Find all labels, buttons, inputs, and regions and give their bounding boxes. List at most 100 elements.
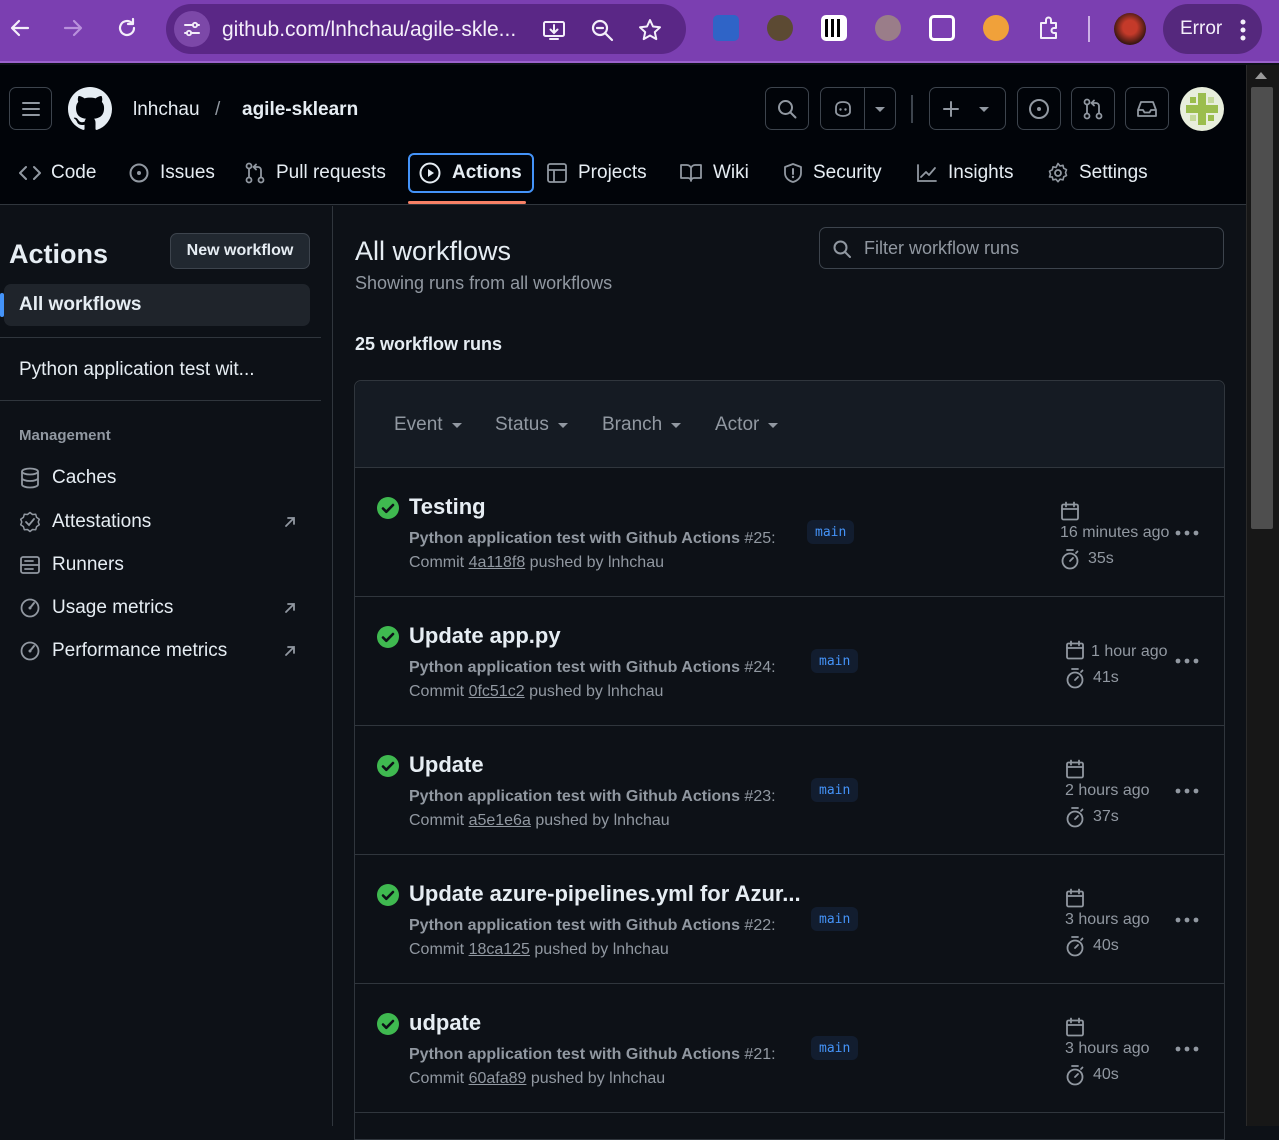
branch-badge[interactable]: main — [811, 778, 859, 802]
tab-issues[interactable]: Issues — [128, 153, 215, 193]
more-options-icon[interactable] — [1175, 1046, 1199, 1052]
commit-sha-link[interactable]: 4a118f8 — [469, 554, 526, 571]
issues-button[interactable] — [1017, 87, 1061, 130]
filter-workflow-runs-input[interactable]: Filter workflow runs — [819, 227, 1224, 269]
more-options-icon[interactable] — [1175, 788, 1199, 794]
branch-filter-dropdown[interactable]: Branch — [602, 414, 682, 436]
more-options-icon[interactable] — [1175, 658, 1199, 664]
git-pull-request-icon — [1083, 98, 1103, 119]
pull-requests-button[interactable] — [1071, 87, 1115, 130]
sidebar-item-runners[interactable]: Runners — [19, 550, 299, 580]
pushed-by-text: pushed by lnhchau — [535, 812, 670, 829]
sidebar-item-workflow[interactable]: Python application test wit... — [19, 359, 255, 381]
meter-icon — [20, 641, 40, 661]
tab-security[interactable]: Security — [783, 153, 882, 193]
page-scrollbar[interactable] — [1246, 65, 1279, 1126]
run-time: 2 hours ago — [1065, 782, 1150, 799]
graph-icon — [917, 164, 937, 182]
commit-sha-link[interactable]: 60afa89 — [469, 1070, 527, 1087]
selected-tab-underline — [408, 201, 526, 204]
install-app-icon[interactable] — [541, 17, 567, 43]
image-extension-icon[interactable] — [983, 15, 1009, 41]
more-options-icon[interactable] — [1175, 530, 1199, 536]
commit-sha-link[interactable]: 0fc51c2 — [469, 683, 525, 700]
zoom-icon[interactable] — [589, 17, 615, 43]
profile-avatar[interactable] — [1114, 13, 1146, 45]
branch-badge[interactable]: main — [807, 520, 855, 544]
bookmark-star-icon[interactable] — [637, 17, 663, 43]
workflow-run-row[interactable]: Update Python application test with Gith… — [355, 726, 1224, 855]
workflow-run-row[interactable]: udpate Python application test with Gith… — [355, 984, 1224, 1113]
facet-label: Branch — [602, 414, 663, 435]
pushed-by-text: pushed by lnhchau — [529, 554, 664, 571]
address-bar[interactable]: github.com/lnhchau/agile-skle... — [166, 4, 686, 54]
error-menu-button[interactable]: Error — [1163, 4, 1262, 54]
run-commit-line: Commit 0fc51c2 pushed by lnhchau — [409, 683, 663, 701]
hamburger-menu-button[interactable] — [9, 87, 52, 130]
calendar-icon — [1066, 640, 1084, 660]
sidebar-item-attestations[interactable]: Attestations — [19, 507, 299, 537]
breadcrumb-repo[interactable]: agile-sklearn — [242, 99, 358, 121]
workflow-run-row[interactable]: Testing Python application test with Git… — [355, 468, 1224, 597]
user-avatar[interactable] — [1180, 87, 1224, 131]
forward-arrow-icon — [63, 19, 83, 37]
tab-insights[interactable]: Insights — [916, 153, 1013, 193]
tab-actions[interactable]: Actions — [408, 153, 534, 193]
create-new-button[interactable] — [929, 87, 1006, 130]
repo-header: lnhchau / agile-sklearn Code Issues Pull… — [0, 65, 1246, 205]
workflow-run-row[interactable]: Update app.py Python application test wi… — [355, 597, 1224, 726]
run-title-link[interactable]: Update — [409, 752, 484, 778]
run-duration-value: 37s — [1093, 808, 1119, 825]
workflow-run-row[interactable]: Update azure-pipelines.yml for Azur... P… — [355, 855, 1224, 984]
run-title-link[interactable]: Update azure-pipelines.yml for Azur... — [409, 881, 801, 907]
scrollbar-thumb[interactable] — [1251, 87, 1273, 529]
more-options-icon[interactable] — [1175, 917, 1199, 923]
extension-icon-2[interactable] — [875, 15, 901, 41]
facet-label: Status — [495, 414, 549, 435]
github-logo-icon[interactable] — [68, 87, 112, 131]
inbox-button[interactable] — [1125, 87, 1169, 130]
scroll-up-arrow-icon[interactable] — [1255, 72, 1267, 79]
copilot-button[interactable] — [820, 87, 896, 130]
forward-button[interactable] — [57, 12, 89, 44]
actor-filter-dropdown[interactable]: Actor — [715, 414, 779, 436]
run-commit-line: Commit 60afa89 pushed by lnhchau — [409, 1070, 665, 1088]
tab-pull-requests[interactable]: Pull requests — [244, 153, 386, 193]
run-title-link[interactable]: Testing — [409, 494, 486, 520]
qr-code-extension-icon[interactable] — [821, 15, 847, 41]
event-filter-dropdown[interactable]: Event — [394, 414, 462, 436]
commit-sha-link[interactable]: a5e1e6a — [469, 812, 531, 829]
branch-badge[interactable]: main — [811, 649, 859, 673]
tab-projects[interactable]: Projects — [546, 153, 647, 193]
reload-icon — [118, 17, 136, 37]
picture-in-picture-icon[interactable] — [929, 15, 955, 41]
sidebar-item-all-workflows[interactable]: All workflows — [0, 284, 310, 326]
url-text[interactable]: github.com/lnhchau/agile-skle... — [222, 18, 516, 42]
run-title-link[interactable]: Update app.py — [409, 623, 561, 649]
extension-icon[interactable] — [767, 15, 793, 41]
sidebar-item-caches[interactable]: Caches — [19, 463, 299, 493]
back-button[interactable] — [4, 12, 36, 44]
run-workflow-name: Python application test with Github Acti… — [409, 917, 740, 934]
workflow-runs-list: Event Status Branch Actor Testing Python… — [354, 380, 1225, 1140]
tab-code[interactable]: Code — [19, 153, 96, 193]
site-info-icon[interactable] — [174, 11, 210, 47]
run-title-link[interactable]: udpate — [409, 1010, 481, 1036]
sidebar-item-label: Runners — [52, 554, 124, 575]
tab-wiki[interactable]: Wiki — [679, 153, 749, 193]
commit-prefix: Commit — [409, 683, 465, 700]
reload-button[interactable] — [111, 12, 143, 44]
branch-badge[interactable]: main — [811, 907, 859, 931]
breadcrumb-owner[interactable]: lnhchau — [133, 99, 200, 121]
translate-extension-icon[interactable] — [713, 15, 739, 41]
status-filter-dropdown[interactable]: Status — [495, 414, 568, 436]
facet-label: Actor — [715, 414, 760, 435]
tab-settings[interactable]: Settings — [1047, 153, 1148, 193]
sidebar-item-usage-metrics[interactable]: Usage metrics — [19, 593, 299, 623]
commit-sha-link[interactable]: 18ca125 — [469, 941, 530, 958]
sidebar-item-performance-metrics[interactable]: Performance metrics — [19, 636, 299, 666]
new-workflow-button[interactable]: New workflow — [170, 233, 310, 269]
search-button[interactable] — [765, 87, 809, 130]
branch-badge[interactable]: main — [811, 1036, 859, 1060]
extensions-puzzle-icon[interactable] — [1037, 15, 1063, 41]
